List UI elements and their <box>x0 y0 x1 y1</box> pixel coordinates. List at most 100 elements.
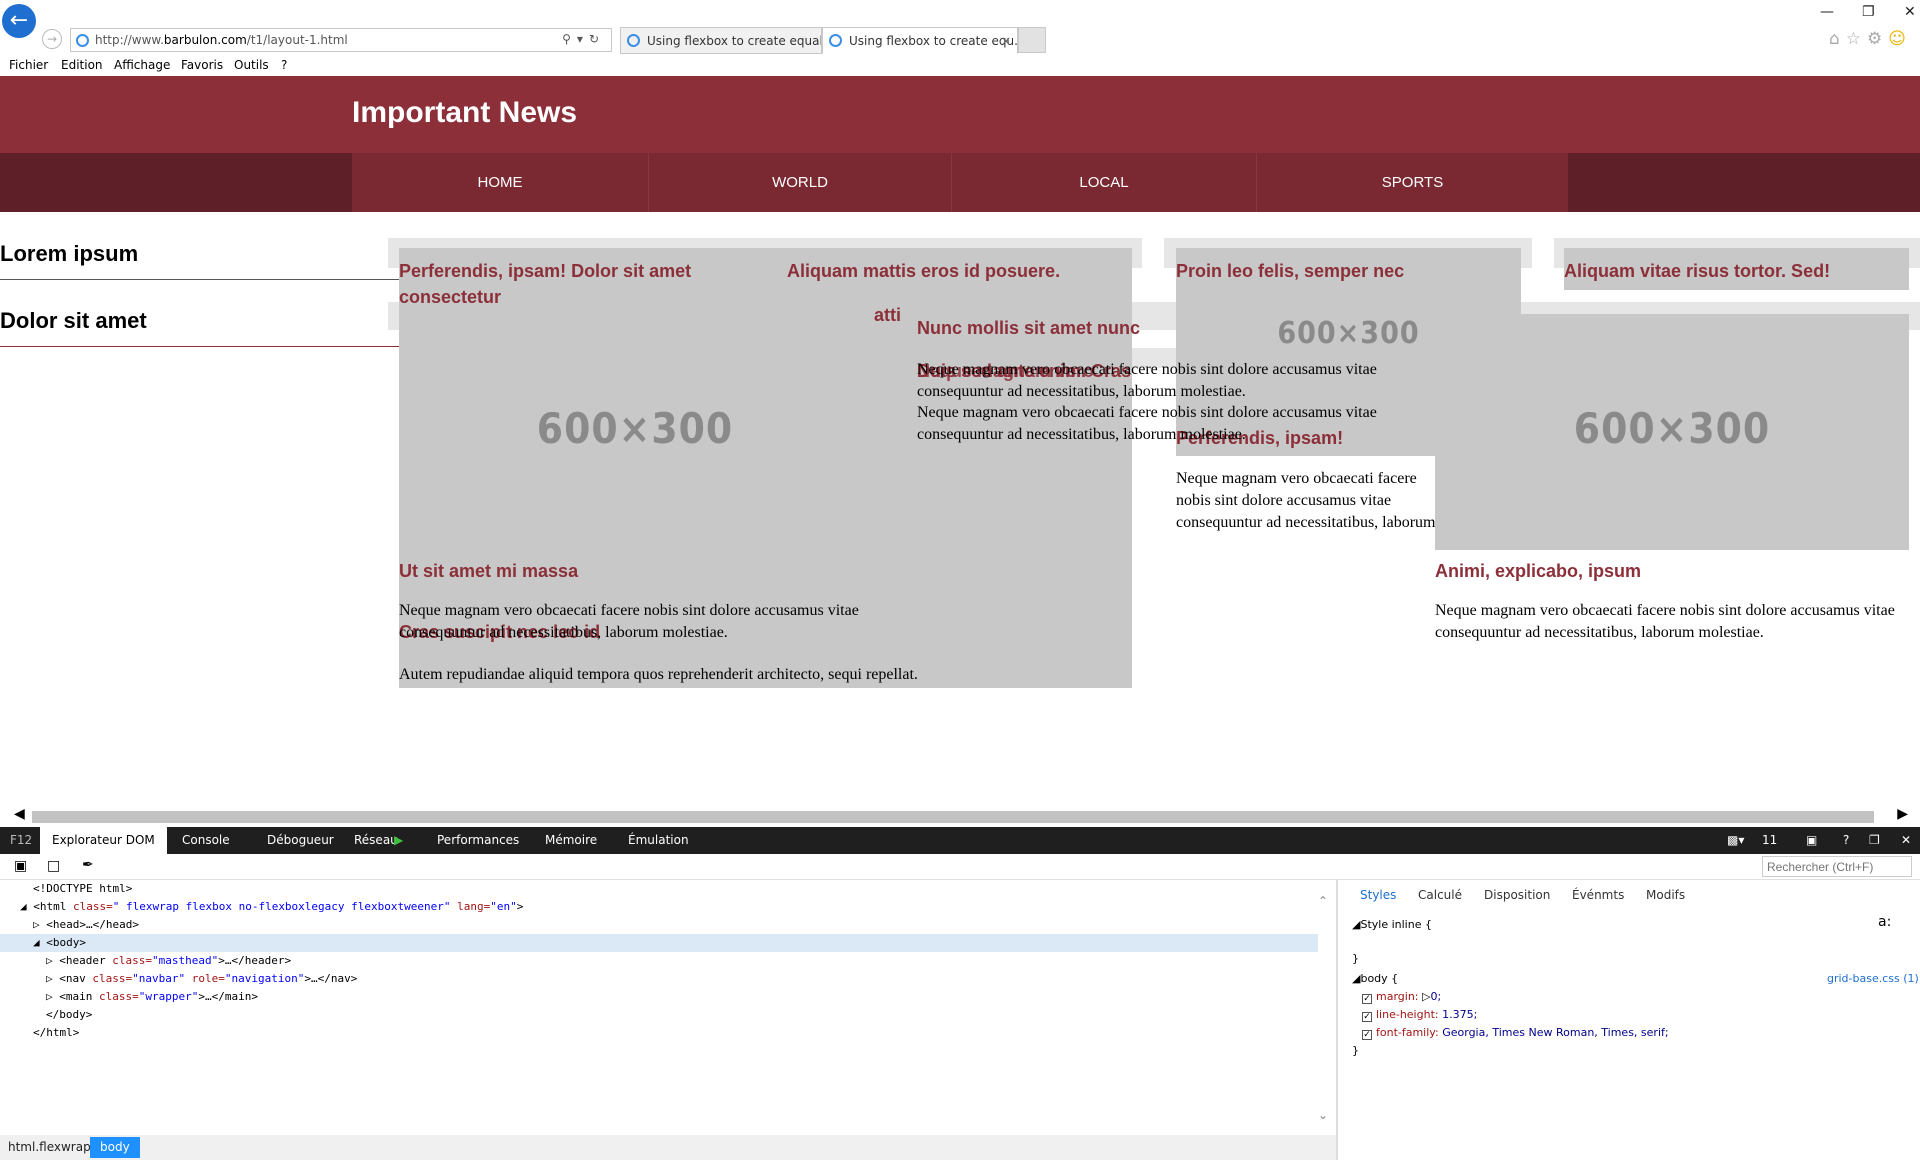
article-heading[interactable]: Animi, explicabo, ipsum <box>1435 558 1641 584</box>
close-tab-icon[interactable]: × <box>1001 28 1011 53</box>
restore-icon[interactable]: ❐ <box>1862 4 1875 20</box>
close-devtools-icon[interactable]: ✕ <box>1901 833 1911 847</box>
expand-icon[interactable]: ▷ <box>46 954 59 967</box>
checkbox-icon[interactable]: ✓ <box>1362 1030 1372 1040</box>
nav-sports[interactable]: SPORTS <box>1257 153 1568 212</box>
styles-pane: Styles Calculé Disposition Événmts Modif… <box>1338 880 1920 1160</box>
checkbox-icon[interactable]: ✓ <box>1362 1012 1372 1022</box>
attr-value: " flexwrap flexbox no-flexboxlegacy flex… <box>112 900 451 913</box>
tab-console[interactable]: Console <box>182 833 230 847</box>
tab-1[interactable]: Using flexbox to create equal-h... <box>620 27 822 54</box>
scroll-down-icon[interactable]: ⌄ <box>1318 1108 1328 1122</box>
tab-memory[interactable]: Mémoire <box>545 833 597 847</box>
attr-value: "en" <box>490 900 517 913</box>
tag: <main <box>59 990 93 1003</box>
ie-tab-icon <box>627 34 640 47</box>
tab-layout[interactable]: Disposition <box>1484 888 1550 902</box>
dom-line[interactable]: </body> <box>46 1006 92 1024</box>
dom-line[interactable]: ▷ <header class="masthead">…</header> <box>46 952 291 970</box>
attr-name: class= <box>73 900 113 913</box>
tab-debugger[interactable]: Débogueur <box>267 833 334 847</box>
address-bar[interactable]: http://www.barbulon.com/t1/layout-1.html… <box>70 28 612 52</box>
dom-line[interactable]: ▷ <main class="wrapper">…</main> <box>46 988 258 1006</box>
menu-favoris[interactable]: Favoris <box>181 58 223 72</box>
forward-arrow-icon[interactable]: → <box>42 29 62 49</box>
css-prop[interactable]: ✓ line-height: 1.375; <box>1362 1008 1477 1022</box>
selector: body { <box>1360 972 1399 985</box>
dom-line[interactable]: </html> <box>33 1024 79 1042</box>
tab-network[interactable]: Réseau <box>354 833 398 847</box>
help-icon[interactable]: ? <box>1843 833 1849 847</box>
ie-tab-icon <box>829 34 842 47</box>
console-icon[interactable]: ▣ <box>1806 833 1817 847</box>
tab-events[interactable]: Événmts <box>1572 888 1624 902</box>
scroll-thumb[interactable] <box>32 811 1874 823</box>
dom-line[interactable]: ▷ <head>…</head> <box>33 916 139 934</box>
menu-fichier[interactable]: Fichier <box>9 58 48 72</box>
menu-outils[interactable]: Outils <box>234 58 269 72</box>
tag: <head>…</head> <box>46 918 139 931</box>
menu-edition[interactable]: Edition <box>61 58 103 72</box>
tab-2-active[interactable]: Using flexbox to create equ... × <box>822 27 1018 54</box>
color-picker-icon[interactable]: ✒ <box>82 857 94 873</box>
breadcrumb-html[interactable]: html.flexwrap <box>8 1140 91 1154</box>
sidebar-heading-lorem[interactable]: Lorem ipsum <box>0 241 138 267</box>
breadcrumb-body[interactable]: body <box>90 1137 140 1158</box>
navbar-inner: HOME WORLD LOCAL SPORTS <box>352 153 1568 212</box>
dom-line[interactable]: ▷ <nav class="navbar" role="navigation">… <box>46 970 357 988</box>
undock-icon[interactable]: ❐ <box>1869 833 1880 847</box>
nav-world[interactable]: WORLD <box>649 153 952 212</box>
dom-line-selected[interactable]: ◢ <body> <box>0 934 1318 952</box>
sort-az-icon[interactable]: a: <box>1878 914 1891 930</box>
sidebar-heading-dolor[interactable]: Dolor sit amet <box>0 308 147 334</box>
css-prop[interactable]: ✓ margin: ▷0; <box>1362 990 1441 1004</box>
body-rule[interactable]: ◢body { <box>1352 972 1398 985</box>
search-refresh-icons[interactable]: ⚲▾↻ <box>562 32 605 46</box>
masthead: Important News <box>0 76 1920 153</box>
expand-icon[interactable]: ▷ <box>46 972 59 985</box>
new-tab-button[interactable] <box>1018 27 1046 53</box>
scroll-up-icon[interactable]: ⌃ <box>1318 894 1328 908</box>
nav-home[interactable]: HOME <box>352 153 649 212</box>
tab-changes[interactable]: Modifs <box>1646 888 1685 902</box>
article-heading[interactable]: Nunc mollis sit amet nunc <box>917 315 1140 341</box>
article-heading[interactable]: Aliquam vitae risus tortor. Sed! <box>1564 258 1830 284</box>
article-heading[interactable]: Proin leo felis, semper nec <box>1176 258 1404 284</box>
scroll-right-icon[interactable]: ▶ <box>1897 806 1908 822</box>
home-icon[interactable]: ⌂ <box>1829 29 1846 49</box>
article-heading[interactable]: Perferendis, ipsam! Dolor sit amet conse… <box>399 258 739 310</box>
minimize-icon[interactable]: — <box>1820 4 1834 20</box>
css-prop[interactable]: ✓ font-family: Georgia, Times New Roman, … <box>1362 1026 1669 1040</box>
menu-help[interactable]: ? <box>281 58 287 72</box>
horizontal-scrollbar[interactable]: ◀ ▶ <box>0 806 1920 825</box>
tab-dom-explorer[interactable]: Explorateur DOM <box>40 827 167 854</box>
favorites-star-icon[interactable]: ☆ <box>1846 29 1867 49</box>
feedback-smiley-icon[interactable]: ☺ <box>1888 29 1912 49</box>
article-heading[interactable]: Aliquam mattis eros id posuere. <box>787 258 1060 284</box>
checkbox-icon[interactable]: ✓ <box>1362 994 1372 1004</box>
collapse-icon[interactable]: ◢ <box>20 900 33 913</box>
target-icon[interactable]: ▩▾ <box>1727 833 1744 847</box>
tab-emulation[interactable]: Émulation <box>628 833 689 847</box>
expand-icon[interactable]: ▷ <box>33 918 46 931</box>
inline-style-rule[interactable]: ◢Style inline { <box>1352 918 1432 931</box>
tab-performance[interactable]: Performances <box>437 833 519 847</box>
select-element-icon[interactable]: ▣ <box>14 858 27 874</box>
close-window-icon[interactable]: ✕ <box>1904 4 1916 20</box>
dom-line[interactable]: <!DOCTYPE html> <box>33 880 132 898</box>
dom-line[interactable]: ◢ <html class=" flexwrap flexbox no-flex… <box>20 898 523 916</box>
nav-local[interactable]: LOCAL <box>952 153 1257 212</box>
expand-icon[interactable]: ▷ <box>46 990 59 1003</box>
tab-styles[interactable]: Styles <box>1360 888 1396 902</box>
highlight-icon[interactable]: □ <box>47 858 60 874</box>
document-mode[interactable]: 11 <box>1762 833 1777 847</box>
devtools-search-input[interactable] <box>1762 856 1912 877</box>
collapse-icon[interactable]: ◢ <box>33 936 46 949</box>
source-link[interactable]: grid-base.css (1) <box>1827 972 1919 985</box>
article-heading[interactable]: Ut sit amet mi massa <box>399 558 578 584</box>
gear-icon[interactable]: ⚙ <box>1867 29 1888 49</box>
menu-affichage[interactable]: Affichage <box>114 58 170 72</box>
tab-computed[interactable]: Calculé <box>1418 888 1462 902</box>
scroll-left-icon[interactable]: ◀ <box>14 806 25 822</box>
back-arrow-icon[interactable]: ← <box>2 4 36 38</box>
